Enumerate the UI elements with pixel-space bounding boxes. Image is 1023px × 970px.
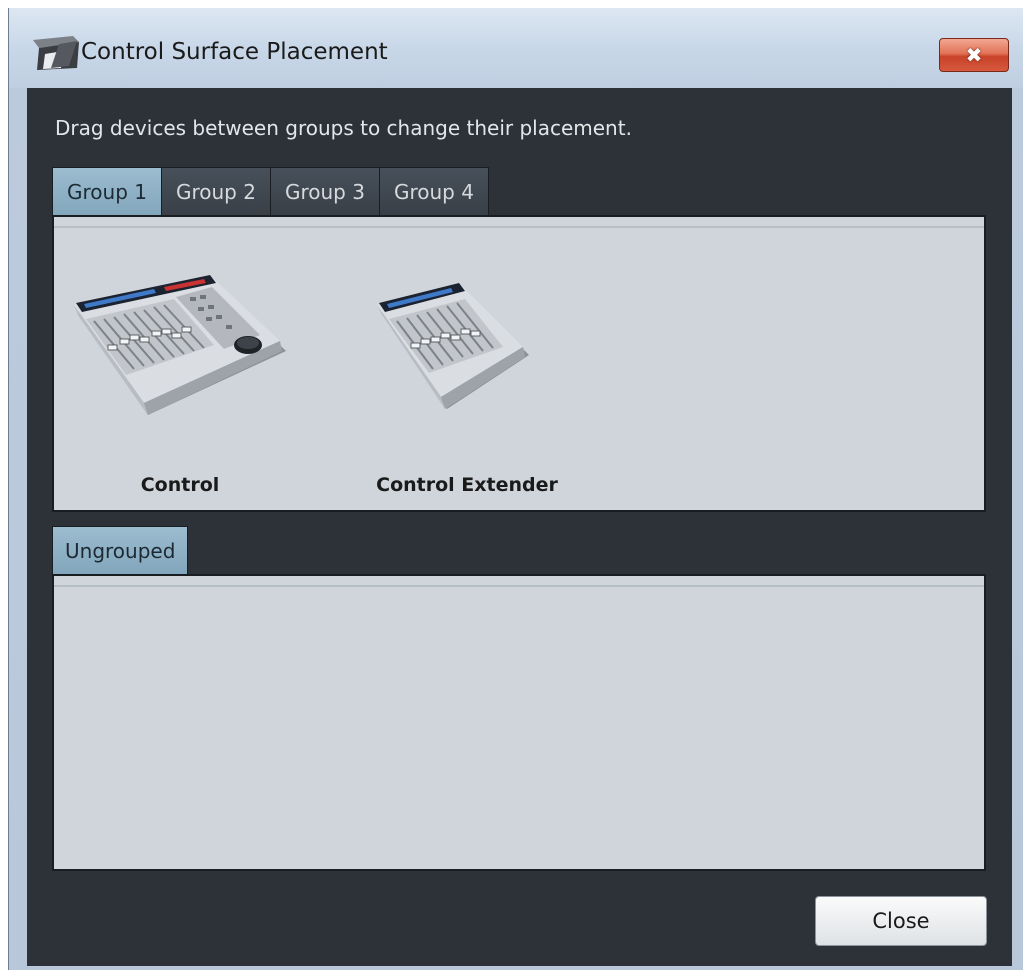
app-icon <box>33 36 79 70</box>
title-bar[interactable]: Control Surface Placement ✖ <box>9 8 1023 88</box>
tab-group-2[interactable]: Group 2 <box>161 168 271 216</box>
tab-group-1[interactable]: Group 1 <box>53 168 162 216</box>
tab-ungrouped[interactable]: Ungrouped <box>52 526 189 574</box>
dialog-window: Control Surface Placement ✖ Drag devices… <box>8 8 1023 970</box>
window-title: Control Surface Placement <box>81 39 388 65</box>
device-label: Control Extender <box>376 474 558 496</box>
device-label: Control <box>140 474 220 496</box>
close-button[interactable]: Close <box>815 896 987 946</box>
control-extender-icon <box>377 283 529 409</box>
device-control-extender[interactable]: Control Extender <box>347 217 587 507</box>
dialog-content: Drag devices between groups to change th… <box>27 88 1012 966</box>
window-close-button[interactable]: ✖ <box>939 38 1009 72</box>
control-surface-icon <box>74 275 286 415</box>
tab-group-3[interactable]: Group 3 <box>270 168 380 216</box>
device-control[interactable]: Control <box>60 217 300 507</box>
group-tabs: Group 1 Group 2 Group 3 Group 4 <box>52 167 489 216</box>
instructions-text: Drag devices between groups to change th… <box>55 116 632 140</box>
panel-divider <box>54 585 984 587</box>
close-icon: ✖ <box>965 43 983 67</box>
ungrouped-device-panel[interactable] <box>52 574 986 871</box>
group-device-panel[interactable]: Control Control Extender <box>52 215 986 512</box>
tab-group-4[interactable]: Group 4 <box>379 168 488 216</box>
